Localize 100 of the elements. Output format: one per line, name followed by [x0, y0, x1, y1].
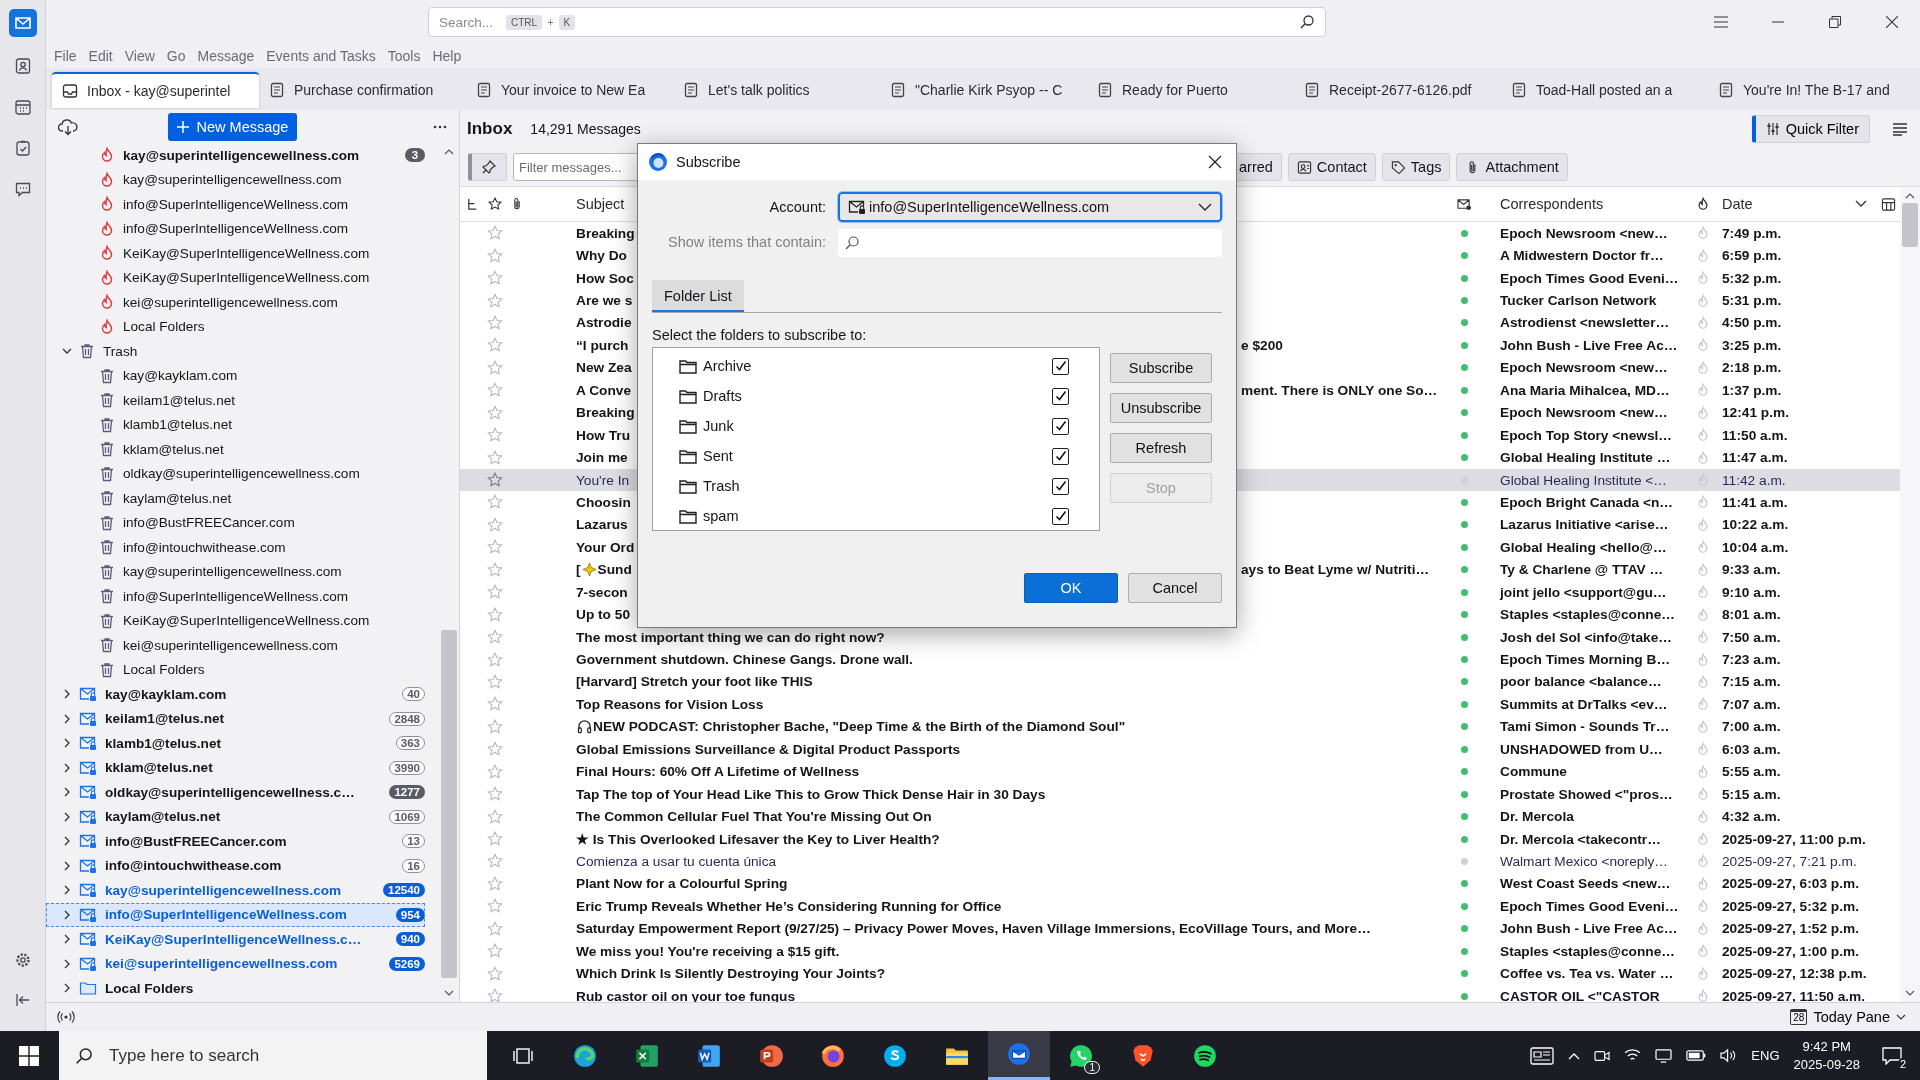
folder-item[interactable]: oldkay@superintelligencewellness.c… 1277	[46, 780, 425, 805]
folder-name[interactable]: Sent	[703, 448, 733, 464]
folder-item[interactable]: KeiKay@SuperIntelligenceWellness.com	[46, 265, 425, 290]
twisty-icon[interactable]	[62, 885, 72, 896]
correspondent-text[interactable]: Prostate Showed <"pros…	[1500, 786, 1673, 802]
tab[interactable]: Let's talk politics	[673, 72, 880, 108]
twisty-icon[interactable]	[62, 762, 72, 773]
correspondent-text[interactable]: Epoch Newsroom <new…	[1500, 405, 1668, 421]
status-dot[interactable]	[1460, 454, 1468, 462]
folder-item[interactable]: oldkay@superintelligencewellness.com	[46, 461, 425, 486]
collapse-icon[interactable]	[13, 991, 32, 1009]
folder-item[interactable]: KeiKay@SuperIntelligenceWellness.com	[46, 241, 425, 266]
star-icon[interactable]	[487, 606, 503, 623]
star-icon[interactable]	[487, 247, 503, 264]
folder-item[interactable]: info@SuperIntelligenceWellness.com 954	[46, 902, 425, 927]
star-icon[interactable]	[487, 965, 503, 982]
folder-item[interactable]: klamb1@telus.net 363	[46, 731, 425, 756]
new-message-button[interactable]: New Message	[168, 112, 297, 141]
checkbox[interactable]	[1052, 357, 1069, 375]
correspondent-text[interactable]: Staples <staples@conne…	[1500, 943, 1675, 959]
status-dot[interactable]	[1460, 521, 1468, 529]
mail-icon[interactable]	[8, 9, 37, 37]
filter-button[interactable]: Tags	[1381, 153, 1451, 181]
language-indicator[interactable]: ENG	[1751, 1048, 1780, 1063]
search-field[interactable]	[838, 229, 1222, 257]
pin-button[interactable]	[468, 153, 507, 181]
status-dot[interactable]	[1460, 229, 1468, 237]
star-icon[interactable]	[487, 763, 503, 780]
correspondent-text[interactable]: Dr. Mercola <takecontr…	[1500, 831, 1661, 847]
read-status-icon[interactable]	[1456, 197, 1472, 211]
menu-item[interactable]: Tools	[387, 48, 421, 64]
checkbox[interactable]	[1052, 387, 1069, 405]
folder-name[interactable]: Junk	[703, 418, 734, 434]
correspondent-text[interactable]: joint jello <support@gu…	[1500, 584, 1667, 600]
checkbox[interactable]	[1052, 507, 1069, 525]
star-icon[interactable]	[487, 225, 503, 242]
tab[interactable]: Receipt-2677-6126.pdf	[1294, 72, 1501, 108]
status-dot[interactable]	[1460, 678, 1468, 686]
status-dot[interactable]	[1460, 588, 1468, 596]
correspondent-text[interactable]: UNSHADOWED from U…	[1500, 741, 1663, 757]
status-dot[interactable]	[1460, 498, 1468, 506]
star-icon[interactable]	[487, 404, 503, 421]
status-dot[interactable]	[1460, 633, 1468, 641]
folder-item[interactable]: kklam@telus.net 3990	[46, 755, 425, 780]
star-icon[interactable]	[487, 337, 503, 354]
correspondent-text[interactable]: Ty & Charlene @ TTAV …	[1500, 562, 1664, 578]
folder-item[interactable]: kaylam@telus.net 1069	[46, 804, 425, 829]
star-icon[interactable]	[487, 449, 503, 466]
folder-item[interactable]: Local Folders	[46, 976, 425, 1001]
folder-item[interactable]: KeiKay@SuperIntelligenceWellness.com	[46, 608, 425, 633]
correspondent-text[interactable]: John Bush - Live Free Ac…	[1500, 337, 1678, 353]
correspondent-text[interactable]: Coffee vs. Tea vs. Water …	[1500, 966, 1674, 982]
action-button[interactable]: Refresh	[1110, 433, 1212, 463]
folder-item[interactable]: info@SuperIntelligenceWellness.com	[46, 192, 425, 217]
menu-item[interactable]: View	[124, 48, 155, 64]
correspondent-text[interactable]: Tami Simon - Sounds Tr…	[1500, 719, 1670, 735]
twisty-icon[interactable]	[62, 811, 72, 822]
scroll-down-icon[interactable]	[444, 990, 454, 996]
battery-icon[interactable]	[1686, 1050, 1707, 1061]
news-icon[interactable]	[1530, 1046, 1555, 1065]
star-icon[interactable]	[487, 539, 503, 556]
status-dot[interactable]	[1460, 768, 1468, 776]
status-dot[interactable]	[1460, 431, 1468, 439]
status-dot[interactable]	[1460, 409, 1468, 417]
star-icon[interactable]	[487, 494, 503, 511]
clock-time[interactable]: 9:42 PM	[1802, 1037, 1851, 1056]
correspondent-text[interactable]: Ana Maria Mihalcea, MD…	[1500, 382, 1670, 398]
star-icon[interactable]	[487, 561, 503, 578]
start-icon[interactable]	[19, 1045, 39, 1066]
correspondent-text[interactable]: Walmart Mexico <noreply…	[1500, 853, 1668, 869]
status-dot[interactable]	[1460, 252, 1468, 260]
sort-caret-icon[interactable]	[1855, 200, 1867, 208]
correspondent-text[interactable]: Staples <staples@conne…	[1500, 607, 1675, 623]
correspondent-text[interactable]: Global Healing Institute <…	[1500, 472, 1667, 488]
settings-icon[interactable]	[13, 951, 32, 969]
status-dot[interactable]	[1460, 947, 1468, 955]
correspondent-text[interactable]: Epoch Times Morning B…	[1500, 652, 1671, 668]
twisty-icon[interactable]	[62, 860, 72, 871]
star-icon[interactable]	[487, 673, 503, 690]
twisty-icon[interactable]	[62, 934, 72, 945]
more-icon[interactable]	[433, 124, 447, 129]
folder-item[interactable]: kay@superintelligencewellness.com 12540	[46, 878, 425, 903]
folder-name[interactable]: spam	[703, 508, 739, 524]
correspondent-text[interactable]: Epoch Newsroom <new…	[1500, 360, 1668, 376]
star-icon[interactable]	[487, 696, 503, 713]
status-dot[interactable]	[1460, 970, 1468, 978]
menu-item[interactable]: File	[54, 48, 77, 64]
correspondent-text[interactable]: West Coast Seeds <new…	[1500, 876, 1671, 892]
correspondent-text[interactable]: CASTOR OIL <"CASTOR	[1500, 988, 1660, 1002]
close-icon[interactable]	[1208, 155, 1222, 169]
status-dot[interactable]	[1460, 992, 1468, 1000]
folder-item[interactable]: info@intouchwithease.com	[46, 535, 425, 560]
correspondent-text[interactable]: Global Healing <hello@…	[1500, 539, 1667, 555]
status-dot[interactable]	[1460, 790, 1468, 798]
display-icon[interactable]	[1655, 1048, 1673, 1063]
tab[interactable]: Inbox - kay@superintel	[52, 72, 259, 108]
menu-item[interactable]: Help	[432, 48, 462, 64]
tab[interactable]: You're In! The B-17 and	[1708, 72, 1915, 108]
ok-button[interactable]: OK	[1024, 573, 1118, 603]
status-dot[interactable]	[1460, 656, 1468, 664]
